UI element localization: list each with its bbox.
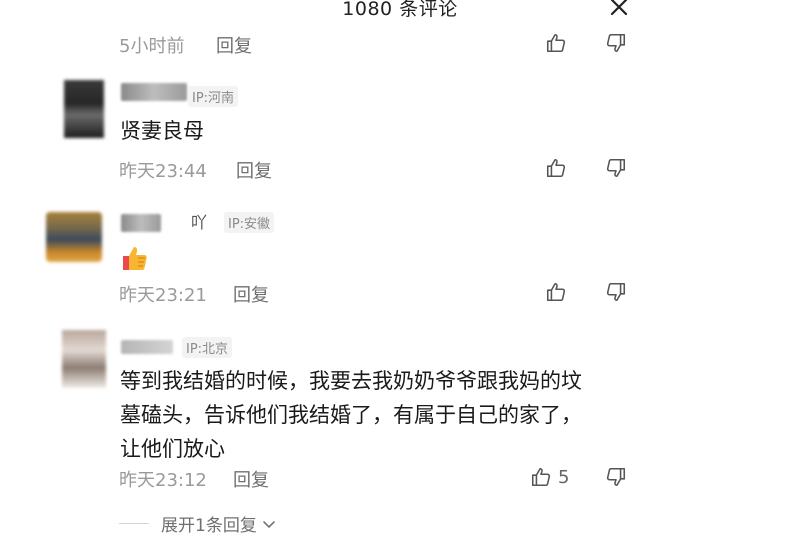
username-blurred[interactable] <box>121 83 187 101</box>
comment-text-line: 等到我结婚的时候，我要去我奶奶爷爷跟我妈的坟 <box>120 369 582 393</box>
thumb-down-icon[interactable] <box>603 155 629 181</box>
thumb-up-icon[interactable] <box>543 279 569 305</box>
expand-replies-label: 展开1条回复 <box>161 516 257 536</box>
avatar[interactable] <box>64 80 104 138</box>
comment-time: 昨天23:44 <box>119 161 207 182</box>
ip-location: IP:河南 <box>188 86 239 107</box>
reply-button[interactable]: 回复 <box>233 466 269 492</box>
comment-text: 贤妻良母 <box>120 119 204 143</box>
ip-location: IP:安徽 <box>224 212 275 233</box>
username-blurred[interactable] <box>121 214 161 232</box>
reply-button[interactable]: 回复 <box>236 157 272 183</box>
close-icon[interactable] <box>606 0 632 20</box>
comments-count-title: 1080 条评论 <box>342 0 458 20</box>
ip-location: IP:北京 <box>182 337 233 358</box>
chevron-down-icon <box>261 516 277 532</box>
username-tail: 吖 <box>191 213 208 232</box>
thumb-up-icon[interactable] <box>528 464 554 490</box>
thumb-up-icon[interactable] <box>543 30 569 56</box>
username-blurred[interactable] <box>121 340 173 354</box>
comment-time: 昨天23:21 <box>119 285 207 306</box>
avatar[interactable] <box>46 212 102 262</box>
like-count: 5 <box>558 467 570 488</box>
comment-text-line: 让他们放心 <box>120 437 225 461</box>
comment-time: 昨天23:12 <box>119 470 207 491</box>
reply-button[interactable]: 回复 <box>216 32 252 58</box>
comment-text: 等到我结婚的时候，我要去我奶奶爷爷跟我妈的坟 墓磕头，告诉他们我结婚了，有属于自… <box>120 364 582 466</box>
divider <box>119 523 149 524</box>
thumb-down-icon[interactable] <box>603 464 629 490</box>
thumb-down-icon[interactable] <box>603 30 629 56</box>
expand-replies-button[interactable]: 展开1条回复 <box>161 511 277 536</box>
avatar[interactable] <box>62 330 106 388</box>
thumbs-up-emoji <box>119 243 149 273</box>
thumb-down-icon[interactable] <box>603 279 629 305</box>
comment-text-line: 墓磕头，告诉他们我结婚了，有属于自己的家了， <box>120 403 582 427</box>
thumb-up-icon[interactable] <box>543 155 569 181</box>
comment-time: 5小时前 <box>119 36 185 57</box>
reply-button[interactable]: 回复 <box>233 281 269 307</box>
